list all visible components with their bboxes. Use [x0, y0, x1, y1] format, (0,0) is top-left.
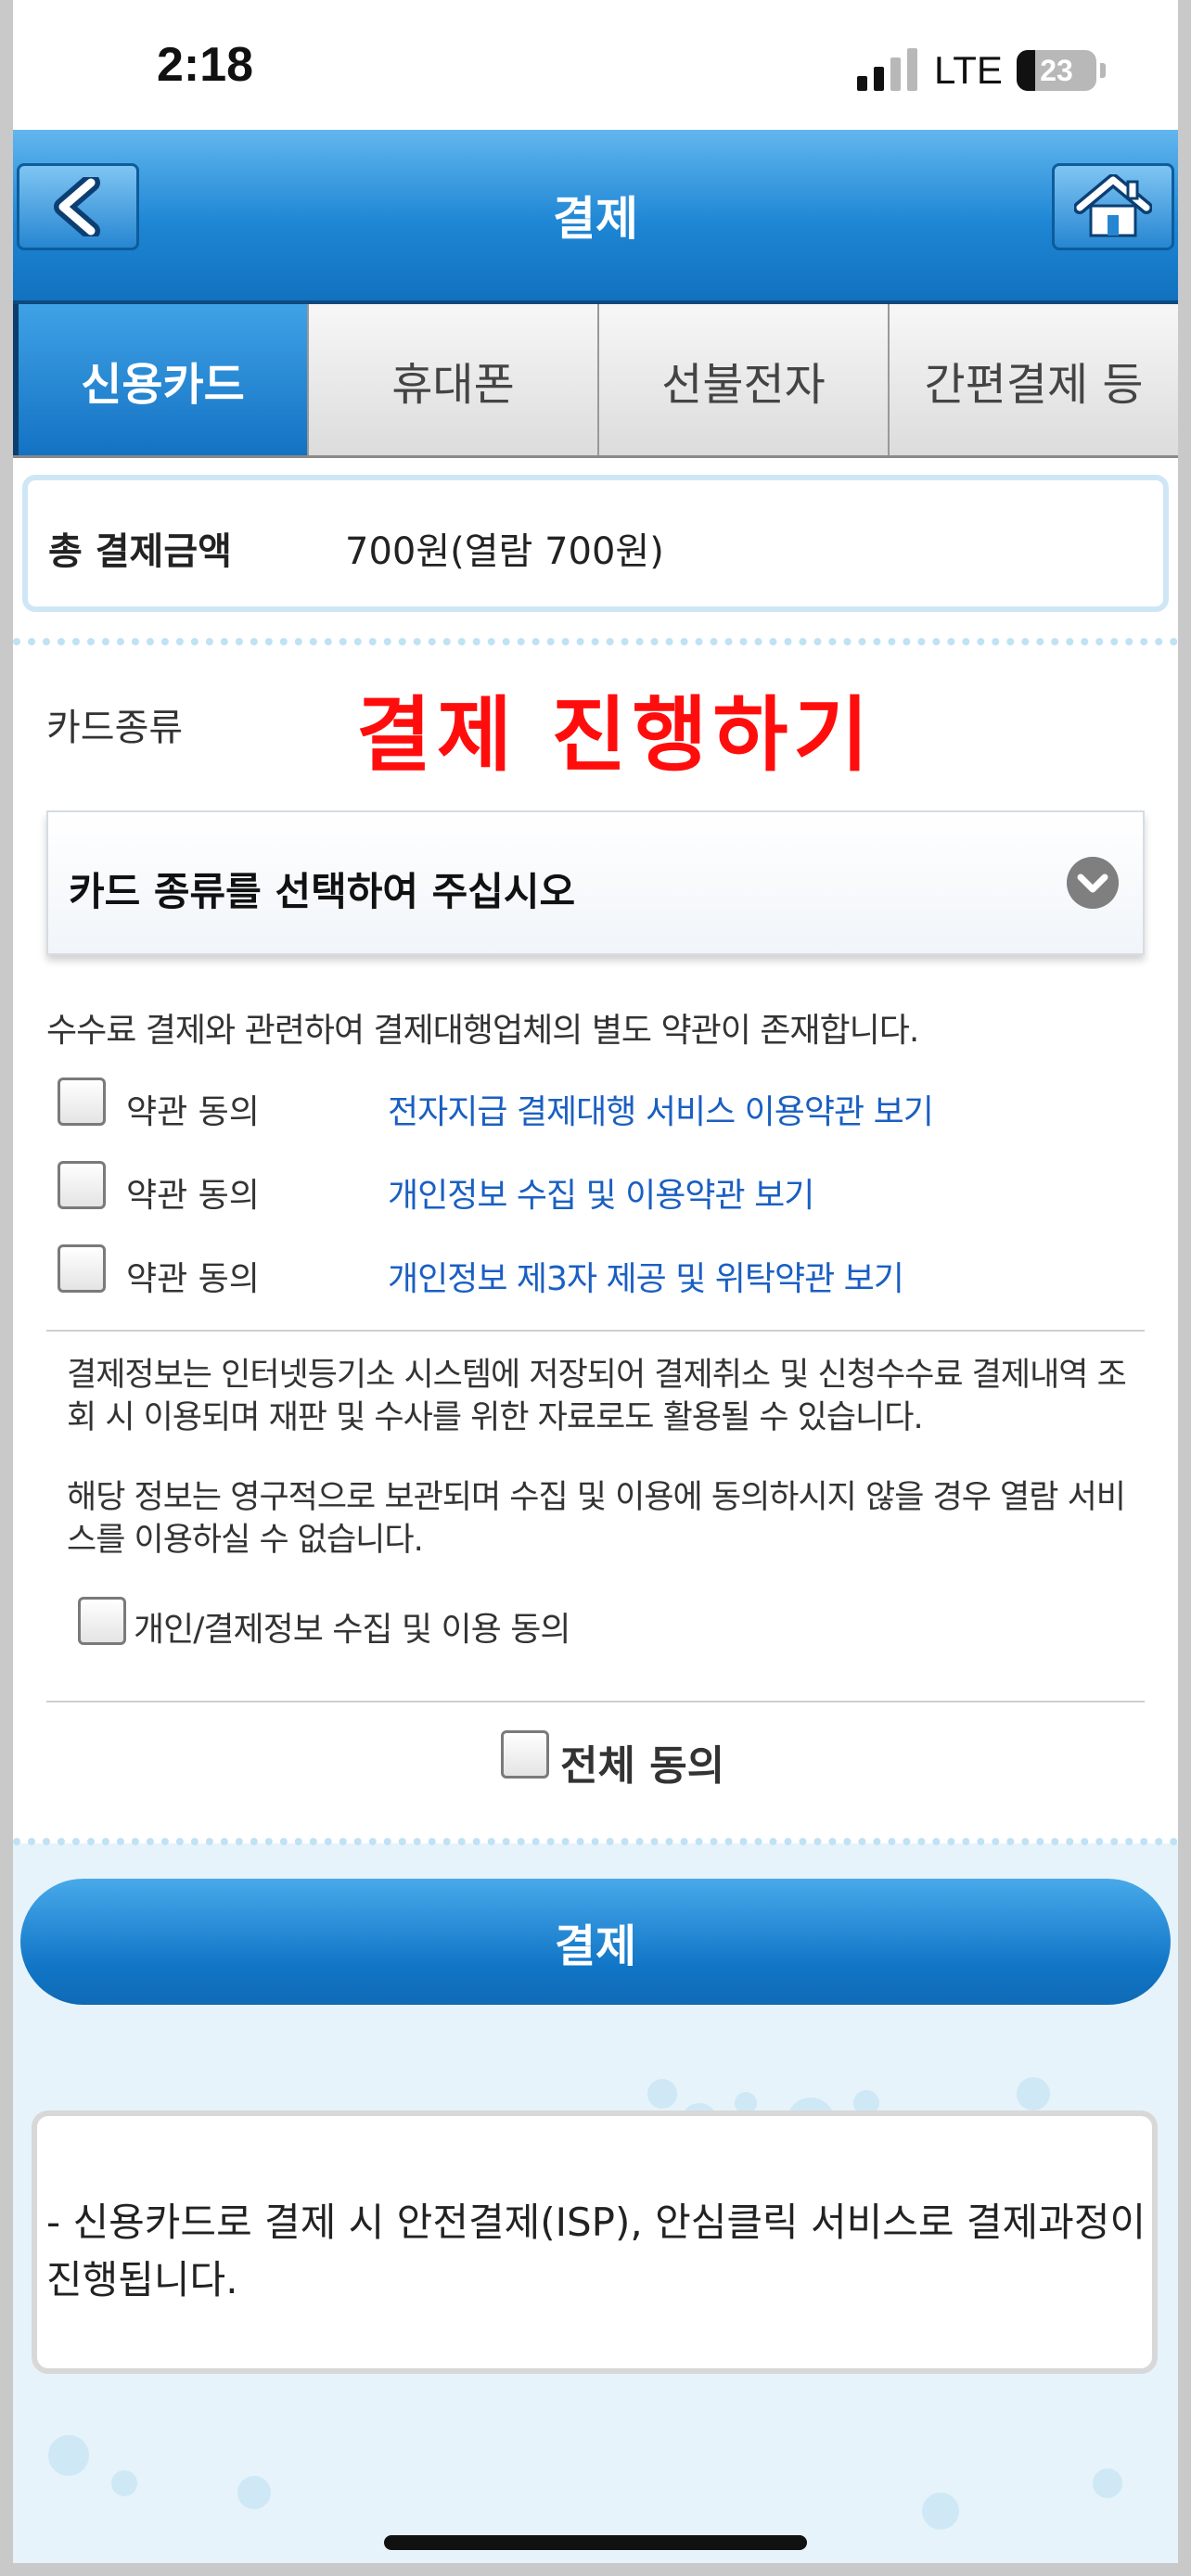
- app-header: 결제: [13, 130, 1178, 304]
- card-type-select[interactable]: 카드 종류를 선택하여 주십시오: [46, 810, 1145, 955]
- signal-icon: [857, 46, 922, 91]
- terms-link-third-party[interactable]: 개인정보 제3자 제공 및 위탁약관 보기: [388, 1252, 904, 1300]
- terms-checkbox[interactable]: [58, 1078, 106, 1126]
- terms-link-payment-service[interactable]: 전자지급 결제대행 서비스 이용약관 보기: [388, 1085, 934, 1133]
- all-agree-checkbox[interactable]: [501, 1730, 549, 1779]
- info-text: - 신용카드로 결제 시 안전결제(ISP), 안심클릭 서비스로 결제과정이 …: [46, 2200, 1146, 2302]
- card-type-select-label: 카드 종류를 선택하여 주십시오: [69, 869, 576, 914]
- terms-link-privacy-collection[interactable]: 개인정보 수집 및 이용약관 보기: [388, 1168, 814, 1217]
- page-title: 결제: [553, 192, 638, 246]
- home-indicator: [384, 2535, 807, 2550]
- all-agree-label: 전체 동의: [560, 1742, 725, 1790]
- status-time: 2:18: [157, 38, 254, 92]
- payment-screen: 2:18 LTE 23 결제 신용카드 휴대폰 선불전자 간편결제 등 총 결제…: [13, 0, 1178, 2563]
- pay-button[interactable]: 결제: [20, 1879, 1171, 2005]
- section-divider: [13, 1838, 1178, 1845]
- battery-level: 23: [1040, 54, 1073, 87]
- section-divider: [13, 638, 1178, 645]
- status-bar: 2:18 LTE 23: [13, 0, 1178, 130]
- tab-credit-card[interactable]: 신용카드: [13, 304, 309, 455]
- terms-row: 약관 동의 개인정보 수집 및 이용약관 보기: [58, 1161, 1133, 1217]
- chevron-down-icon: [1067, 857, 1119, 909]
- terms-checkbox[interactable]: [58, 1161, 106, 1209]
- privacy-paragraph: 결제정보는 인터넷등기소 시스템에 저장되어 결제취소 및 신청수수료 결제내역…: [67, 1357, 1127, 1436]
- network-type: LTE: [934, 48, 1003, 92]
- payment-method-tabs: 신용카드 휴대폰 선불전자 간편결제 등: [13, 304, 1178, 458]
- tab-easy-pay[interactable]: 간편결제 등: [890, 304, 1178, 455]
- divider: [46, 1701, 1145, 1702]
- home-button[interactable]: [1052, 163, 1174, 250]
- privacy-consent-checkbox[interactable]: [78, 1597, 126, 1645]
- terms-row: 약관 동의 전자지급 결제대행 서비스 이용약관 보기: [58, 1078, 1133, 1133]
- home-icon: [1074, 174, 1152, 237]
- card-type-label: 카드종류: [46, 707, 184, 749]
- privacy-paragraph: 해당 정보는 영구적으로 보관되며 수집 및 이용에 동의하시지 않을 경우 열…: [67, 1479, 1126, 1559]
- tab-prepaid[interactable]: 선불전자: [599, 304, 890, 455]
- total-amount-value: 700원(열람 700원): [345, 530, 664, 573]
- terms-agree-label: 약관 동의: [126, 1177, 260, 1215]
- terms-agree-label: 약관 동의: [126, 1093, 260, 1131]
- total-amount-label: 총 결제금액: [48, 530, 232, 573]
- overlay-annotation: 결제 진행하기: [356, 687, 875, 783]
- privacy-consent-label: 개인/결제정보 수집 및 이용 동의: [134, 1611, 570, 1649]
- tab-mobile-phone[interactable]: 휴대폰: [309, 304, 599, 455]
- total-amount-box: 총 결제금액 700원(열람 700원): [22, 475, 1169, 612]
- terms-agree-label: 약관 동의: [126, 1260, 260, 1298]
- terms-checkbox[interactable]: [58, 1244, 106, 1293]
- battery-cap: [1100, 63, 1106, 78]
- terms-notice: 수수료 결제와 관련하여 결제대행업체의 별도 약관이 존재합니다.: [46, 1012, 919, 1050]
- battery-icon: 23: [1017, 50, 1096, 91]
- divider: [46, 1330, 1145, 1332]
- info-box: - 신용카드로 결제 시 안전결제(ISP), 안심클릭 서비스로 결제과정이 …: [32, 2111, 1158, 2374]
- terms-row: 약관 동의 개인정보 제3자 제공 및 위탁약관 보기: [58, 1244, 1133, 1300]
